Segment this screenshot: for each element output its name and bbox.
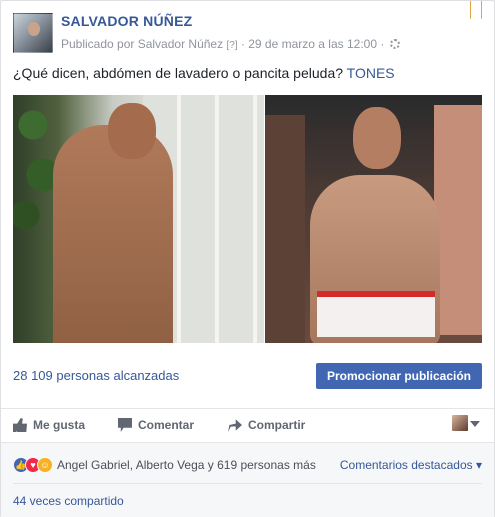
action-bar: Me gusta Comentar Compartir [13, 409, 482, 441]
photo-left[interactable] [13, 95, 264, 343]
photo-right-background-figure [434, 105, 482, 335]
like-icon [13, 418, 27, 432]
author-name[interactable]: SALVADOR NÚÑEZ [61, 13, 192, 29]
comment-label: Comentar [138, 418, 195, 432]
post-card: SALVADOR NÚÑEZ Publicado por Salvador Nú… [0, 0, 495, 517]
post-date[interactable]: · 29 de marzo a las 12:00 · [241, 37, 384, 51]
promote-button[interactable]: Promocionar publicación [315, 363, 482, 389]
post-header: SALVADOR NÚÑEZ Publicado por Salvador Nú… [13, 13, 473, 53]
reach-count[interactable]: 28 109 personas alcanzadas [13, 368, 179, 383]
top-comments-dropdown[interactable]: Comentarios destacados ▾ [340, 458, 482, 472]
post-text-body: ¿Qué dicen, abdómen de lavadero o pancit… [13, 65, 344, 81]
post-photos [13, 95, 482, 343]
like-button[interactable]: Me gusta [13, 418, 85, 432]
photo-left-figure [53, 125, 173, 343]
help-link[interactable]: [?] [226, 40, 237, 51]
divider [13, 483, 482, 484]
photo-right-shorts [317, 291, 435, 337]
chevron-down-icon: ▾ [475, 458, 482, 472]
share-icon [228, 419, 242, 432]
published-by[interactable]: Publicado por Salvador Núñez [61, 37, 223, 51]
reactions-section: 👍 ♥ ☺ Angel Gabriel, Alberto Vega y 619 … [1, 442, 494, 517]
like-label: Me gusta [33, 418, 86, 432]
reach-row: 28 109 personas alcanzadas Promocionar p… [13, 363, 482, 391]
author-avatar[interactable] [13, 13, 53, 53]
chevron-down-icon[interactable] [470, 421, 480, 427]
photo-right[interactable] [265, 95, 482, 343]
comment-button[interactable]: Comentar [118, 418, 194, 432]
post-text-tag[interactable]: TONES [347, 65, 395, 81]
haha-reaction-icon[interactable]: ☺ [37, 457, 53, 473]
gear-icon[interactable] [389, 39, 400, 49]
photo-left-head [108, 103, 156, 159]
photo-right-head [353, 107, 401, 169]
share-button[interactable]: Compartir [228, 418, 305, 432]
share-count[interactable]: 44 veces compartido [13, 494, 124, 508]
post-text: ¿Qué dicen, abdómen de lavadero o pancit… [13, 65, 395, 81]
reaction-names[interactable]: Angel Gabriel, Alberto Vega y 619 person… [57, 458, 316, 472]
comment-icon [118, 418, 132, 432]
actor-selector-avatar[interactable] [452, 415, 468, 431]
top-comments-label: Comentarios destacados [339, 458, 473, 472]
post-meta: Publicado por Salvador Núñez [?] · 29 de… [61, 37, 400, 51]
share-label: Compartir [248, 418, 306, 432]
photo-right-background-figure [265, 115, 305, 343]
